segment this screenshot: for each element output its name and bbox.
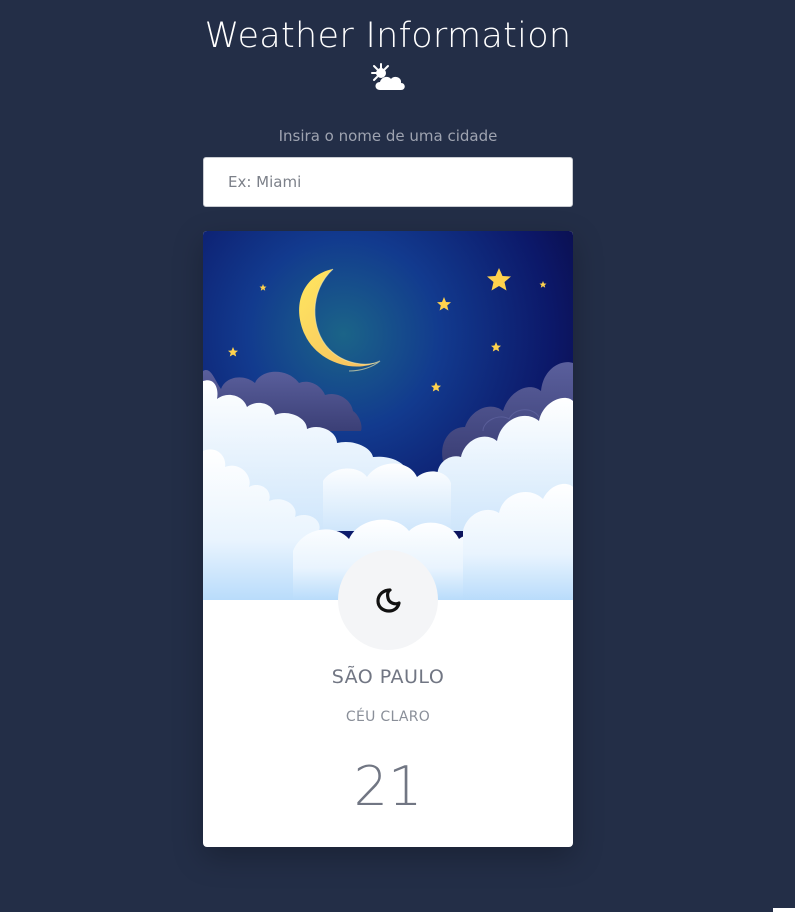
temperature-value: 21 <box>353 755 423 818</box>
page-title: Weather Information <box>204 16 572 56</box>
moon-icon <box>376 588 401 613</box>
partly-cloudy-icon <box>368 62 408 94</box>
night-sky-scene <box>203 231 573 600</box>
city-name: SÃO PAULO <box>331 666 445 688</box>
page: Weather Information Insira o nome de uma… <box>0 0 795 912</box>
city-search-input[interactable] <box>203 157 573 207</box>
condition-icon-badge <box>338 550 438 650</box>
corner-artifact <box>773 908 795 912</box>
search-label: Insira o nome de uma cidade <box>278 127 498 145</box>
weather-card: SÃO PAULO CÉU CLARO 21 <box>203 231 573 847</box>
weather-description: CÉU CLARO <box>345 709 431 725</box>
